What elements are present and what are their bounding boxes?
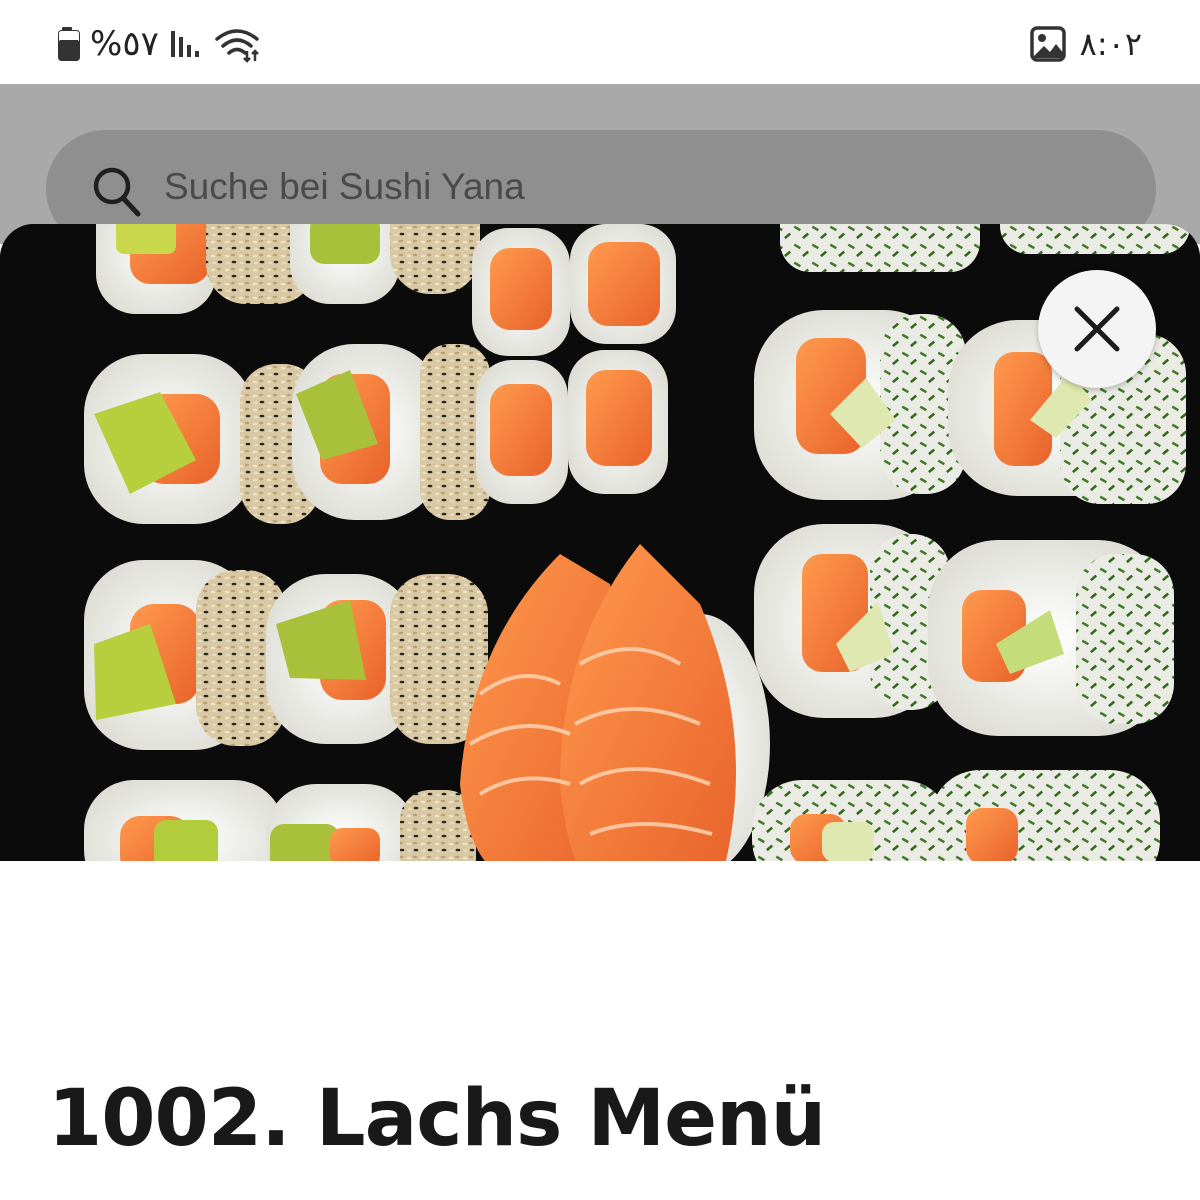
status-left: %٥٧: [58, 22, 261, 66]
product-image: [0, 224, 1200, 861]
status-bar: %٥٧ ٨:٠٢: [0, 0, 1200, 84]
product-title: 1002. Lachs Menü: [48, 1074, 826, 1164]
status-right: ٨:٠٢: [1029, 22, 1142, 66]
battery-icon: [58, 27, 80, 61]
signal-icon: [170, 31, 199, 57]
battery-percent: %٥٧: [90, 24, 159, 64]
wifi-icon: [215, 29, 259, 63]
gallery-icon: [1029, 26, 1066, 62]
close-icon: [1074, 306, 1120, 352]
product-detail-sheet: [0, 224, 1200, 1200]
search-input-placeholder[interactable]: Suche bei Sushi Yana: [164, 166, 525, 208]
close-button[interactable]: [1038, 270, 1156, 388]
sushi-platter-illustration: [0, 224, 1200, 861]
search-icon: [93, 167, 141, 217]
status-time: ٨:٠٢: [1079, 25, 1142, 63]
